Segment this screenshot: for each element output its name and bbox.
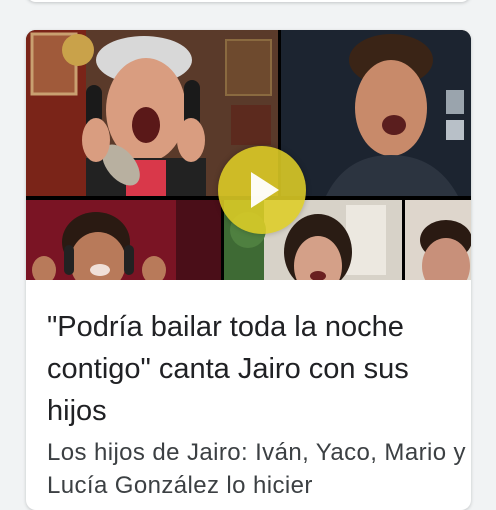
article-snippet: Los hijos de Jairo: Iván, Yaco, Mario y … bbox=[47, 439, 466, 499]
article-title[interactable]: "Podría bailar toda la noche contigo" ca… bbox=[47, 306, 457, 432]
video-thumbnail[interactable] bbox=[26, 30, 471, 280]
news-card[interactable]: "Podría bailar toda la noche contigo" ca… bbox=[26, 30, 471, 510]
previous-card bbox=[26, 0, 471, 2]
play-button[interactable] bbox=[218, 146, 306, 234]
play-icon bbox=[251, 172, 279, 208]
